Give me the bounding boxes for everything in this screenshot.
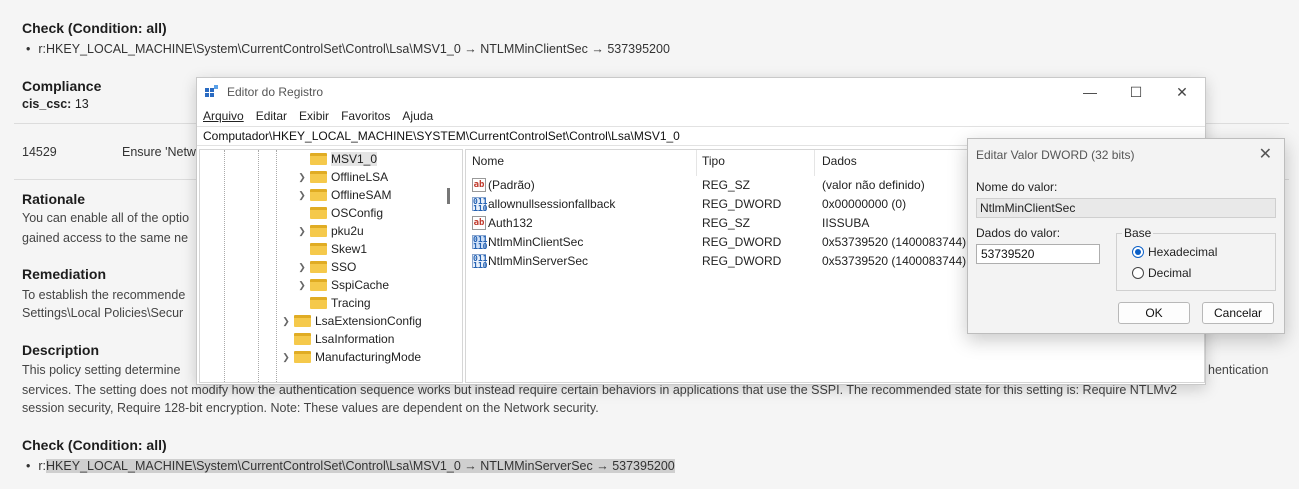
dword-value-icon: 011 110 [472, 254, 488, 270]
cancel-button[interactable]: Cancelar [1202, 302, 1274, 324]
column-divider[interactable] [814, 150, 815, 176]
chevron-right-icon[interactable]: ❯ [296, 190, 308, 201]
column-header-type[interactable]: Tipo [702, 154, 725, 172]
tree-item-offlinelsa[interactable]: ❯ OfflineLSA [296, 168, 388, 186]
description-line: services. The setting does not modify ho… [22, 383, 1178, 397]
tree-item-sso[interactable]: ❯ SSO [296, 258, 356, 276]
control-title[interactable]: Ensure 'Netw [122, 145, 196, 159]
tree-item-skew1[interactable]: Skew1 [296, 240, 367, 258]
check-item-1: r:HKEY_LOCAL_MACHINE\System\CurrentContr… [26, 42, 670, 56]
check-heading-2: Check (Condition: all) [22, 437, 167, 453]
chevron-right-icon[interactable]: ❯ [296, 262, 308, 273]
folder-icon [310, 243, 327, 255]
remediation-heading: Remediation [22, 266, 107, 282]
tree-item-tracing[interactable]: Tracing [296, 294, 371, 312]
tree-item-osconfig[interactable]: OSConfig [296, 204, 383, 222]
menu-favoritos[interactable]: Favoritos [341, 109, 390, 123]
folder-icon [294, 351, 311, 363]
string-value-icon: ab [472, 178, 486, 192]
base-group [1116, 233, 1276, 291]
chevron-right-icon[interactable]: ❯ [296, 280, 308, 291]
folder-icon [310, 261, 327, 273]
tree-item-pku2u[interactable]: ❯ pku2u [296, 222, 363, 240]
string-value-icon: ab [472, 216, 486, 230]
tree-item-lsaextensionconfig[interactable]: ❯ LsaExtensionConfig [280, 312, 422, 330]
tree-item-sspicache[interactable]: ❯ SspiCache [296, 276, 389, 294]
edit-dword-dialog[interactable]: Editar Valor DWORD (32 bits) ✕ Nome do v… [967, 138, 1285, 334]
description-line: hentication [1208, 363, 1269, 377]
remediation-line: Settings\Local Policies\Secur [22, 306, 184, 320]
key-tree[interactable]: MSV1_0 ❯ OfflineLSA ❯ OfflineSAM OSConfig … [199, 149, 463, 383]
menu-bar: Arquivo Editar Exibir Favoritos Ajuda [197, 106, 1205, 126]
compliance-value: cis_csc: 13 [22, 97, 89, 111]
column-header-data[interactable]: Dados [822, 154, 857, 172]
folder-icon [310, 153, 327, 165]
remediation-line: To establish the recommende [22, 288, 186, 302]
base-label: Base [1122, 226, 1154, 240]
rationale-heading: Rationale [22, 191, 86, 207]
tree-scrollbar[interactable] [447, 188, 450, 204]
value-name-field: NtlmMinClientSec [976, 198, 1276, 218]
description-line: This policy setting determine [22, 363, 181, 377]
check-heading-1: Check (Condition: all) [22, 20, 167, 36]
compliance-heading: Compliance [22, 78, 102, 94]
folder-icon [310, 189, 327, 201]
check-item-2: r:HKEY_LOCAL_MACHINE\System\CurrentContr… [26, 459, 675, 473]
menu-editar[interactable]: Editar [256, 109, 287, 123]
rationale-line: gained access to the same ne [22, 231, 189, 245]
tree-item-msv1-0[interactable]: MSV1_0 [296, 150, 378, 168]
value-name-label: Nome do valor: [976, 180, 1058, 194]
decimal-radio[interactable] [1132, 267, 1144, 279]
dialog-title: Editar Valor DWORD (32 bits) [976, 148, 1135, 162]
ok-button[interactable]: OK [1118, 302, 1190, 324]
maximize-icon[interactable]: ☐ [1113, 78, 1159, 106]
tree-guide [276, 150, 277, 382]
tree-guide [258, 150, 259, 382]
rationale-line: You can enable all of the optio [22, 211, 190, 225]
window-controls: — ☐ ✕ [1067, 78, 1205, 106]
menu-exibir[interactable]: Exibir [299, 109, 329, 123]
control-id: 14529 [22, 145, 57, 159]
dword-value-icon: 011 110 [472, 197, 488, 213]
folder-icon [310, 171, 327, 183]
tree-item-manufacturingmode[interactable]: ❯ ManufacturingMode [280, 348, 421, 366]
hexadecimal-radio[interactable] [1132, 246, 1144, 258]
menu-arquivo[interactable]: Arquivo [203, 109, 244, 123]
close-icon[interactable]: ✕ [1159, 78, 1205, 106]
regedit-app-icon [205, 85, 219, 99]
selected-text[interactable]: HKEY_LOCAL_MACHINE\System\CurrentControl… [46, 459, 675, 473]
decimal-label[interactable]: Decimal [1148, 266, 1191, 280]
close-icon[interactable]: ✕ [1259, 144, 1272, 164]
hexadecimal-label[interactable]: Hexadecimal [1148, 245, 1217, 259]
tree-item-offlinesam[interactable]: ❯ OfflineSAM [296, 186, 391, 204]
column-header-name[interactable]: Nome [472, 154, 504, 172]
description-heading: Description [22, 342, 100, 358]
menu-ajuda[interactable]: Ajuda [402, 109, 433, 123]
chevron-right-icon[interactable]: ❯ [280, 316, 292, 327]
folder-icon [294, 315, 311, 327]
window-title: Editor do Registro [227, 85, 324, 99]
folder-icon [294, 333, 311, 345]
chevron-right-icon[interactable]: ❯ [296, 172, 308, 183]
chevron-right-icon[interactable]: ❯ [280, 352, 292, 363]
folder-icon [310, 225, 327, 237]
value-data-input[interactable] [976, 244, 1100, 264]
dword-value-icon: 011 110 [472, 235, 488, 251]
minimize-icon[interactable]: — [1067, 78, 1113, 106]
description-line: session security, Require 128-bit encryp… [22, 401, 599, 415]
column-divider[interactable] [696, 150, 697, 176]
folder-icon [310, 207, 327, 219]
title-bar[interactable]: Editor do Registro [197, 78, 1205, 106]
folder-icon [310, 279, 327, 291]
value-data-label: Dados do valor: [976, 226, 1061, 240]
chevron-right-icon[interactable]: ❯ [296, 226, 308, 237]
tree-item-lsainformation[interactable]: LsaInformation [280, 330, 394, 348]
tree-guide [224, 150, 225, 382]
folder-icon [310, 297, 327, 309]
